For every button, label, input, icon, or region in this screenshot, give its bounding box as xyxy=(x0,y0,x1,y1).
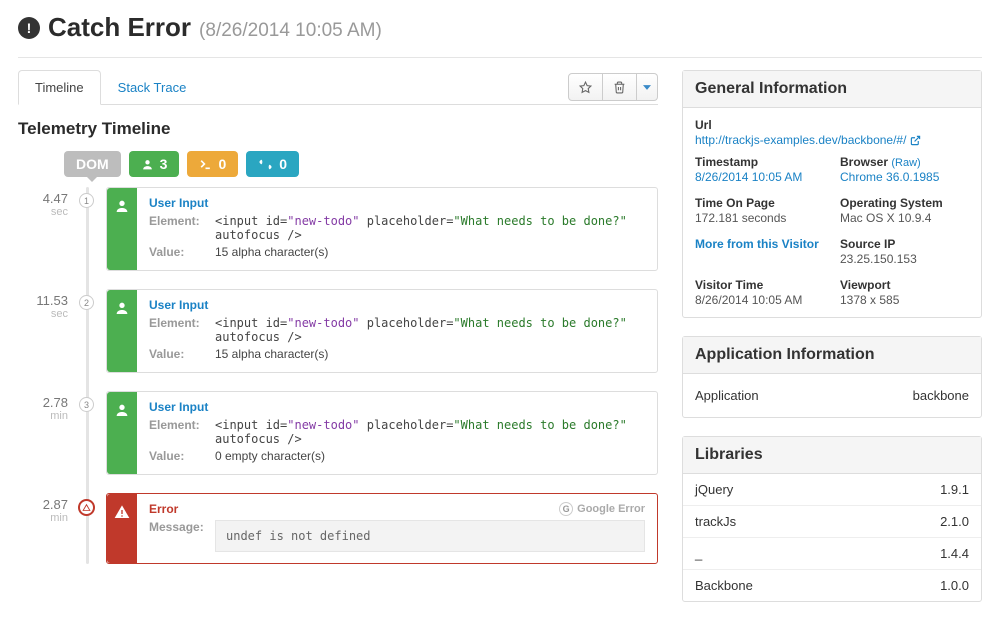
event-title: User Input xyxy=(149,400,645,414)
pill-console[interactable]: 0 xyxy=(187,151,238,177)
tab-stack-trace[interactable]: Stack Trace xyxy=(101,70,204,104)
pill-network[interactable]: 0 xyxy=(246,151,299,177)
event-value: 15 alpha character(s) xyxy=(215,347,645,361)
more-actions-button[interactable] xyxy=(637,73,658,101)
event-marker: 1 xyxy=(79,193,94,208)
timeline-event: 11.53sec 2 User Input Element:<input id=… xyxy=(88,289,658,373)
panel-title: Telemetry Timeline xyxy=(18,105,658,151)
libraries-panel: Libraries jQuery1.9.1 trackJs2.1.0 _1.4.… xyxy=(682,436,982,602)
event-marker: 3 xyxy=(79,397,94,412)
event-title: User Input xyxy=(149,298,645,312)
libraries-heading: Libraries xyxy=(683,437,981,474)
pill-users[interactable]: 3 xyxy=(129,151,180,177)
google-error-link[interactable]: GGoogle Error xyxy=(559,502,645,516)
timeline-error-event: 2.87min Error GGoogle Error Message:unde… xyxy=(88,493,658,564)
network-icon xyxy=(258,157,273,172)
library-row: _1.4.4 xyxy=(683,537,981,569)
app-info-panel: Application Information Applicationbackb… xyxy=(682,336,982,418)
user-input-icon xyxy=(107,290,137,372)
tab-timeline[interactable]: Timeline xyxy=(18,70,101,105)
error-message: undef is not defined xyxy=(215,520,645,552)
library-row: trackJs2.1.0 xyxy=(683,505,981,537)
browser-raw-link[interactable]: (Raw) xyxy=(891,157,920,169)
caret-down-icon xyxy=(643,85,651,90)
browser-link[interactable]: Chrome 36.0.1985 xyxy=(840,170,969,184)
delete-button[interactable] xyxy=(603,73,637,101)
tabs-row: Timeline Stack Trace xyxy=(18,70,658,105)
error-icon: ! xyxy=(18,17,40,39)
general-info-panel: General Information Url http://trackjs-e… xyxy=(682,70,982,318)
app-info-heading: Application Information xyxy=(683,337,981,374)
filter-pills: DOM 3 0 0 xyxy=(18,151,658,177)
trash-icon xyxy=(613,81,626,94)
timeline: 4.47sec 1 User Input Element:<input id="… xyxy=(18,187,658,564)
timeline-event: 4.47sec 1 User Input Element:<input id="… xyxy=(88,187,658,271)
star-button[interactable] xyxy=(568,73,603,101)
more-visitor-link[interactable]: More from this Visitor xyxy=(695,237,824,251)
user-input-icon xyxy=(107,188,137,270)
event-element: <input id="new-todo" placeholder="What n… xyxy=(215,418,645,446)
general-info-heading: General Information xyxy=(683,71,981,108)
error-marker xyxy=(78,499,95,516)
library-row: jQuery1.9.1 xyxy=(683,474,981,505)
page-header: ! Catch Error (8/26/2014 10:05 AM) xyxy=(18,12,982,58)
user-input-icon xyxy=(107,392,137,474)
event-title: User Input xyxy=(149,196,645,210)
library-row: Backbone1.0.0 xyxy=(683,569,981,601)
error-title: Error GGoogle Error xyxy=(149,502,645,516)
user-icon xyxy=(141,158,154,171)
event-element: <input id="new-todo" placeholder="What n… xyxy=(215,316,645,344)
tab-actions xyxy=(568,73,658,101)
external-link-icon xyxy=(910,135,921,146)
url-link[interactable]: http://trackjs-examples.dev/backbone/#/ xyxy=(695,133,921,147)
timestamp-link[interactable]: 8/26/2014 10:05 AM xyxy=(695,170,824,184)
google-icon: G xyxy=(559,502,573,516)
event-value: 0 empty character(s) xyxy=(215,449,645,463)
page-title: Catch Error xyxy=(48,12,191,43)
event-element: <input id="new-todo" placeholder="What n… xyxy=(215,214,645,242)
console-icon xyxy=(199,158,212,171)
error-badge-icon xyxy=(107,494,137,563)
event-value: 15 alpha character(s) xyxy=(215,245,645,259)
timeline-event: 2.78min 3 User Input Element:<input id="… xyxy=(88,391,658,475)
star-icon xyxy=(579,81,592,94)
page-timestamp: (8/26/2014 10:05 AM) xyxy=(199,20,382,42)
pill-dom[interactable]: DOM xyxy=(64,151,121,177)
event-marker: 2 xyxy=(79,295,94,310)
